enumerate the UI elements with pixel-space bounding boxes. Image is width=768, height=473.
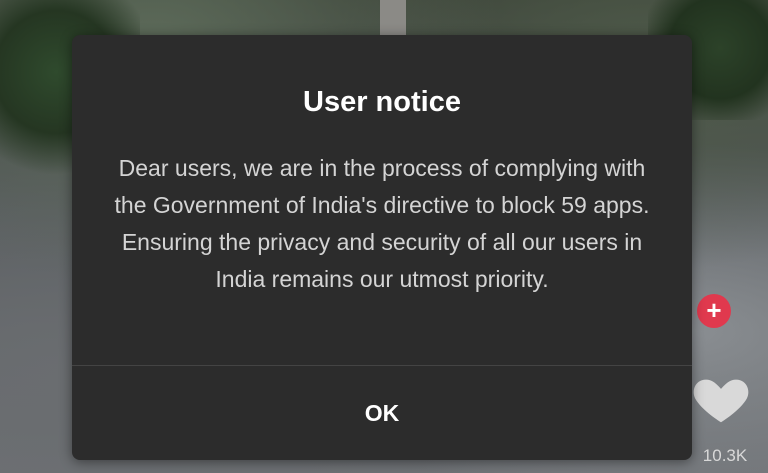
app-screen: + 10.3K User notice Dear users, we are i… — [0, 0, 768, 473]
ok-button[interactable]: OK — [72, 366, 692, 460]
heart-icon[interactable] — [690, 368, 752, 430]
dialog-title: User notice — [303, 86, 461, 118]
background-pole — [380, 0, 406, 40]
like-count: 10.3K — [702, 446, 748, 465]
dialog-message: Dear users, we are in the process of com… — [114, 155, 650, 292]
plus-icon[interactable]: + — [697, 294, 731, 328]
user-notice-dialog: User notice Dear users, we are in the pr… — [72, 35, 692, 460]
